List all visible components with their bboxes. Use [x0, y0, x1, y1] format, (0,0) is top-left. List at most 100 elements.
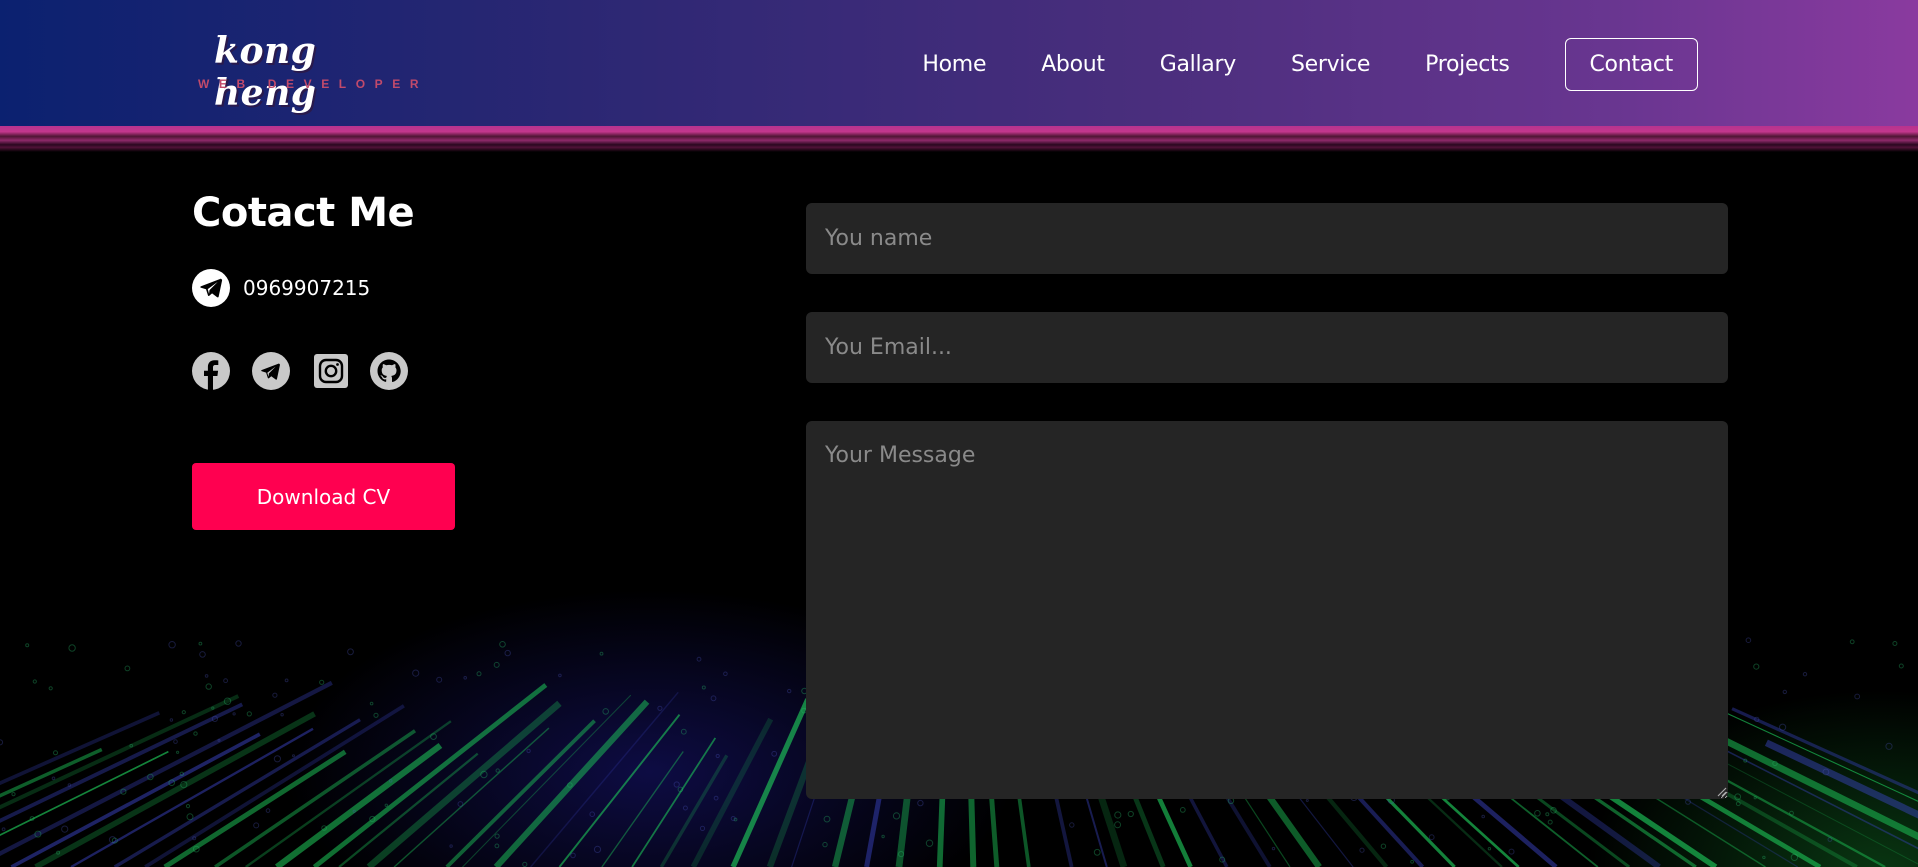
rain-digit — [699, 825, 706, 831]
rain-digit — [589, 811, 596, 817]
message-textarea[interactable] — [806, 421, 1728, 799]
rain-digit — [1782, 689, 1788, 695]
rain-digit — [11, 792, 16, 797]
rain-digit — [892, 812, 901, 820]
rain-digit — [198, 641, 203, 646]
rain-digit — [373, 712, 379, 718]
rain-digit — [457, 801, 464, 807]
rain-digit — [169, 718, 174, 722]
rain-digit — [495, 768, 500, 773]
rain-digit — [124, 665, 131, 672]
rain-digit — [1849, 639, 1855, 645]
rain-digit — [1802, 672, 1808, 677]
rain-digit — [925, 839, 934, 847]
rain-digit — [319, 679, 325, 685]
rain-digit — [185, 804, 191, 809]
rain-digit — [715, 753, 720, 759]
rain-digit — [51, 776, 56, 781]
nav-home[interactable]: Home — [922, 52, 986, 77]
rain-digit — [504, 649, 511, 657]
rain-digit — [449, 844, 453, 848]
telegram-icon[interactable] — [252, 352, 290, 390]
rain-digit — [1545, 812, 1550, 817]
rain-digit — [48, 686, 53, 691]
rain-digit — [822, 841, 828, 848]
rain-digit — [1854, 693, 1861, 700]
rain-digit — [1735, 801, 1741, 807]
rain-digit — [232, 712, 236, 716]
name-input[interactable] — [806, 203, 1728, 274]
rain-digit — [494, 833, 500, 839]
rain-digit — [1179, 807, 1186, 813]
rain-digit — [558, 673, 562, 678]
social-links — [192, 352, 430, 390]
rain-digit — [1, 827, 6, 832]
rain-digit — [384, 803, 388, 808]
rain-digit — [602, 708, 610, 715]
nav-gallery[interactable]: Gallary — [1160, 52, 1237, 77]
rain-digit — [493, 661, 500, 668]
instagram-icon[interactable] — [312, 352, 350, 390]
nav-service[interactable]: Service — [1291, 52, 1371, 77]
site-header: kong heng WEB DEVELOPER Home About Galla… — [0, 0, 1918, 126]
rain-digit — [713, 795, 719, 801]
rain-digit — [701, 685, 706, 690]
rain-digit — [570, 852, 576, 859]
github-icon[interactable] — [370, 352, 408, 390]
rain-digit — [1359, 847, 1365, 853]
rain-digit — [1069, 822, 1075, 828]
rain-digit — [823, 815, 831, 823]
rain-digit — [1790, 853, 1799, 862]
header-divider — [0, 126, 1918, 152]
rain-digit — [771, 750, 778, 757]
rain-digit — [657, 705, 663, 711]
rain-digit — [253, 822, 260, 829]
rain-digit — [1745, 637, 1752, 644]
rain-digit — [246, 711, 252, 717]
rain-digit — [412, 669, 420, 677]
rain-digit — [463, 676, 468, 680]
rain-digit — [61, 825, 69, 833]
facebook-icon[interactable] — [192, 352, 230, 390]
rain-streak — [393, 727, 550, 867]
rain-digit — [168, 641, 176, 649]
rain-digit — [1127, 810, 1134, 818]
rain-digit — [347, 648, 354, 656]
email-input[interactable] — [806, 312, 1728, 383]
phone-row: 0969907215 — [192, 269, 370, 307]
rain-digit — [1481, 814, 1485, 819]
rain-digit — [599, 651, 604, 656]
rain-digit — [881, 834, 885, 839]
rain-digit — [53, 750, 58, 756]
nav-about[interactable]: About — [1041, 52, 1105, 77]
site-logo[interactable]: kong heng WEB DEVELOPER — [196, 30, 419, 114]
resize-handle-icon[interactable] — [1715, 785, 1727, 797]
rain-digit — [186, 813, 194, 821]
logo-name: kong heng — [214, 30, 317, 114]
download-cv-button[interactable]: Download CV — [192, 463, 455, 530]
rain-digit — [1380, 843, 1387, 849]
rain-digit — [723, 671, 728, 677]
rain-digit — [1114, 821, 1122, 829]
nav-contact-button[interactable]: Contact — [1564, 37, 1698, 91]
rain-digit — [499, 641, 506, 648]
rain-digit — [1898, 663, 1904, 669]
rain-digit — [173, 739, 178, 744]
rain-digit — [1114, 811, 1122, 819]
rain-digit — [1093, 848, 1101, 856]
rain-digit — [1547, 819, 1553, 825]
telegram-icon — [192, 269, 230, 307]
rain-digit — [181, 710, 186, 715]
nav-projects[interactable]: Projects — [1425, 52, 1510, 77]
rain-digit — [680, 728, 687, 735]
rain-digit — [526, 748, 531, 754]
rain-digit — [1410, 859, 1414, 864]
rain-digit — [696, 656, 702, 662]
rain-digit — [682, 805, 688, 811]
rain-digit — [265, 808, 271, 813]
rain-digit — [476, 671, 482, 677]
rain-digit — [1827, 837, 1833, 842]
rain-digit — [176, 750, 180, 754]
rain-digit — [1779, 723, 1787, 731]
rain-digit — [204, 674, 209, 678]
